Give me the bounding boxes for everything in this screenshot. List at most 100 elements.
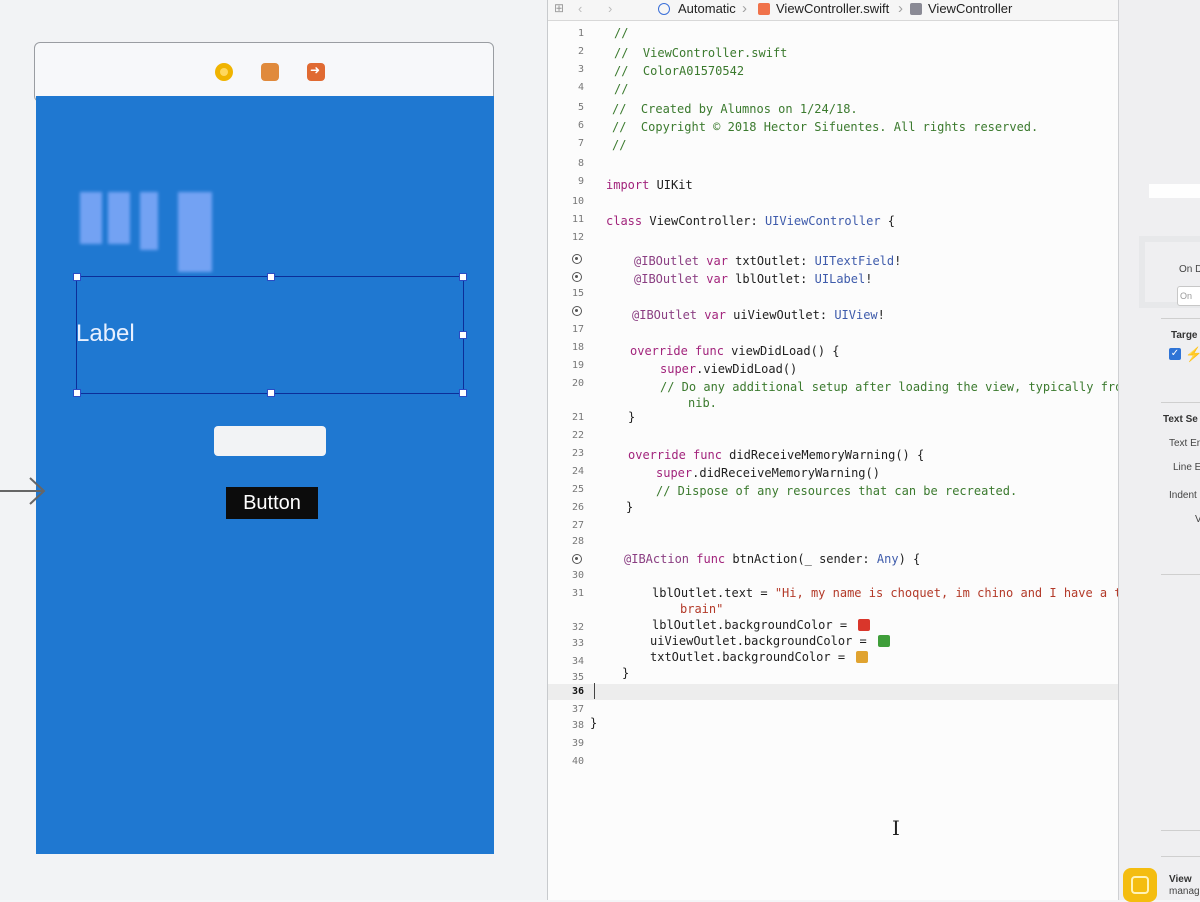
line-number: 22 bbox=[571, 430, 584, 441]
code-line: // bbox=[614, 82, 629, 96]
library-item-title: View bbox=[1169, 874, 1192, 885]
resize-handle[interactable] bbox=[73, 273, 81, 281]
line-number: 30 bbox=[571, 570, 584, 581]
line-number: 21 bbox=[571, 412, 584, 423]
code-editor[interactable]: ⊞ ‹ › Automatic › ViewController.swift ›… bbox=[548, 0, 1169, 900]
code-line: uiViewOutlet.backgroundColor = bbox=[650, 634, 890, 648]
jump-bar[interactable]: ⊞ ‹ › Automatic › ViewController.swift ›… bbox=[548, 0, 1118, 21]
code-line: lblOutlet.text = "Hi, my name is choquet… bbox=[652, 586, 1144, 600]
action-icon: ⚡ bbox=[1185, 346, 1200, 362]
view-library-icon[interactable] bbox=[1123, 868, 1157, 902]
inspector-indent: Indent bbox=[1169, 490, 1197, 501]
code-line: @IBAction func btnAction(_ sender: Any) … bbox=[624, 552, 921, 566]
label-element[interactable]: Label bbox=[76, 320, 135, 348]
code-line: brain" bbox=[680, 602, 724, 616]
orange-color-literal[interactable] bbox=[856, 651, 869, 663]
inspector-v-label: V bbox=[1195, 514, 1200, 525]
text-field-element[interactable] bbox=[214, 426, 326, 456]
line-number: 6 bbox=[577, 120, 584, 131]
exit-icon[interactable] bbox=[307, 63, 325, 81]
entry-point-arrow-icon bbox=[0, 477, 46, 505]
forward-icon[interactable]: › bbox=[608, 1, 612, 16]
resize-handle[interactable] bbox=[267, 389, 275, 397]
resize-handle[interactable] bbox=[459, 331, 467, 339]
red-color-literal[interactable] bbox=[858, 619, 871, 631]
line-number: 2 bbox=[577, 46, 584, 57]
attributes-inspector[interactable]: On D On Targe ✓ ⚡ Text Se Text En Line E… bbox=[1118, 0, 1200, 902]
back-icon[interactable]: ‹ bbox=[578, 1, 582, 16]
code-line: // Created by Alumnos on 1/24/18. bbox=[612, 102, 858, 116]
line-number: 39 bbox=[571, 738, 584, 749]
code-line: class ViewController: UIViewController { bbox=[606, 214, 895, 228]
code-line: super.viewDidLoad() bbox=[660, 362, 798, 376]
inspector-line-break: Line E bbox=[1173, 462, 1200, 473]
code-line: // ViewController.swift bbox=[614, 46, 788, 60]
automatic-icon bbox=[658, 3, 670, 15]
inspector-text-enabled: Text En bbox=[1169, 438, 1200, 449]
code-line: } bbox=[626, 500, 634, 514]
resize-handle[interactable] bbox=[459, 273, 467, 281]
line-number: 11 bbox=[571, 214, 584, 225]
button-element[interactable]: Button bbox=[226, 487, 318, 519]
line-number: 10 bbox=[571, 196, 584, 207]
line-number: 28 bbox=[571, 536, 584, 547]
line-number: 5 bbox=[577, 102, 584, 113]
line-number: 4 bbox=[577, 82, 584, 93]
related-items-icon[interactable]: ⊞ bbox=[554, 1, 564, 15]
code-line: // ColorA01570542 bbox=[614, 64, 745, 78]
inspector-blur-block bbox=[1149, 184, 1200, 198]
text-cursor bbox=[594, 683, 595, 699]
current-line-highlight bbox=[548, 684, 1118, 700]
library-item-subtitle: manag bbox=[1169, 886, 1200, 897]
line-number: 40 bbox=[571, 756, 584, 767]
code-line: } bbox=[628, 410, 636, 424]
jumpbar-mode[interactable]: Automatic bbox=[678, 1, 736, 16]
resize-handle[interactable] bbox=[459, 389, 467, 397]
line-number: 17 bbox=[571, 324, 584, 335]
resize-handle[interactable] bbox=[73, 389, 81, 397]
line-number: 32 bbox=[571, 622, 584, 633]
line-number: 8 bbox=[577, 158, 584, 169]
line-number: 19 bbox=[571, 360, 584, 371]
line-number: 1 bbox=[577, 28, 584, 39]
line-number: 31 bbox=[571, 588, 584, 599]
code-line: import UIKit bbox=[606, 178, 693, 192]
class-icon bbox=[910, 3, 922, 15]
line-number: 24 bbox=[571, 466, 584, 477]
line-number-gutter[interactable]: 1 2 3 4 5 6 7 8 9 10 11 12 15 17 18 19 2… bbox=[548, 22, 592, 882]
inspector-checkbox[interactable]: ✓ bbox=[1169, 348, 1181, 360]
code-line: @IBOutlet var lblOutlet: UILabel! bbox=[634, 272, 873, 286]
scene-dock[interactable] bbox=[34, 42, 494, 102]
scene-view[interactable]: Label Button bbox=[36, 96, 494, 854]
code-line: // Copyright © 2018 Hector Sifuentes. Al… bbox=[612, 120, 1039, 134]
line-number: 33 bbox=[571, 638, 584, 649]
code-line: // bbox=[612, 138, 627, 152]
green-color-literal[interactable] bbox=[877, 635, 890, 647]
inspector-target-label: Targe bbox=[1171, 330, 1198, 341]
line-number: 9 bbox=[577, 176, 584, 187]
jumpbar-file[interactable]: ViewController.swift bbox=[776, 1, 889, 16]
line-number: 26 bbox=[571, 502, 584, 513]
line-number: 3 bbox=[577, 64, 584, 75]
line-number: 35 bbox=[571, 672, 584, 683]
line-number: 18 bbox=[571, 342, 584, 353]
outlet-connection-icon[interactable] bbox=[572, 254, 582, 264]
line-number: 20 bbox=[571, 378, 584, 389]
outlet-connection-icon[interactable] bbox=[572, 272, 582, 282]
line-number: 15 bbox=[571, 288, 584, 299]
line-number: 12 bbox=[571, 232, 584, 243]
outlet-connection-icon[interactable] bbox=[572, 306, 582, 316]
line-number: 27 bbox=[571, 520, 584, 531]
code-line: super.didReceiveMemoryWarning() bbox=[656, 466, 880, 480]
inspector-on-field[interactable]: On bbox=[1177, 286, 1200, 306]
code-line: nib. bbox=[688, 396, 717, 410]
code-line: // bbox=[614, 26, 629, 40]
code-line: lblOutlet.backgroundColor = bbox=[652, 618, 871, 632]
resize-handle[interactable] bbox=[267, 273, 275, 281]
line-number: 38 bbox=[571, 720, 584, 731]
jumpbar-symbol[interactable]: ViewController bbox=[928, 1, 1012, 16]
view-controller-icon[interactable] bbox=[215, 63, 233, 81]
storyboard-canvas[interactable]: Label Button bbox=[0, 0, 548, 900]
first-responder-icon[interactable] bbox=[261, 63, 279, 81]
action-connection-icon[interactable] bbox=[572, 554, 582, 564]
